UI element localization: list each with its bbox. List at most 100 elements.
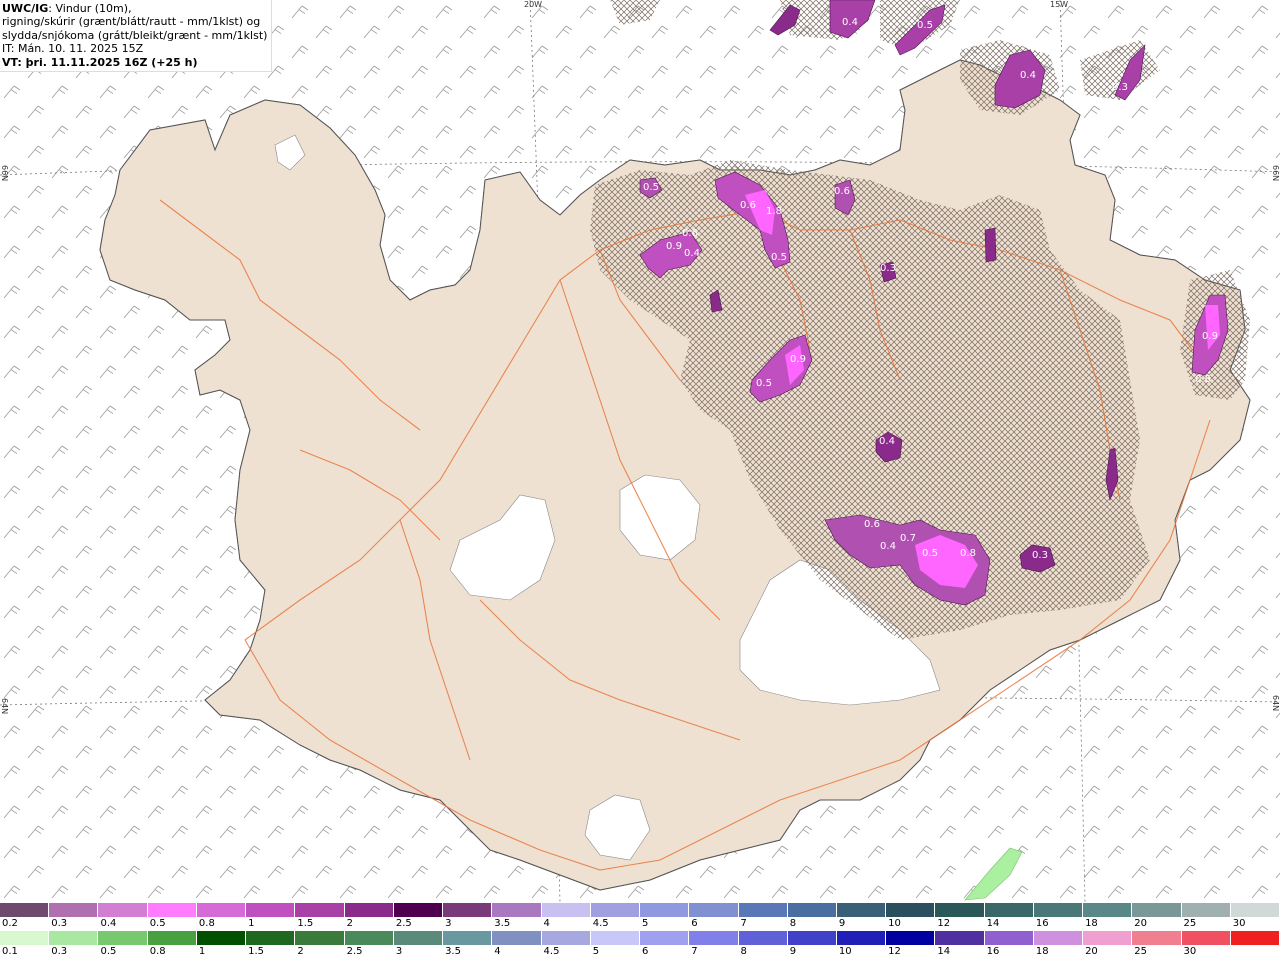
snow-scale-label: 3.5 xyxy=(494,918,511,929)
precip-value-label: 0.5 xyxy=(917,20,933,31)
rain-scale-label: 2.5 xyxy=(346,946,363,957)
precip-value-label: 0.6 xyxy=(682,228,698,239)
precip-value-label: 0.5 xyxy=(771,252,787,263)
precip-value-label: 0.5 xyxy=(922,548,938,559)
rain-scale-swatch xyxy=(344,931,394,945)
snow-scale-swatch xyxy=(147,903,197,917)
rain-scale-label: 7 xyxy=(691,946,698,957)
rain-scale-swatch xyxy=(492,931,542,945)
rain-scale-swatch xyxy=(984,931,1034,945)
snow-scale-label: 12 xyxy=(937,918,951,929)
snow-scale-swatch xyxy=(640,903,690,917)
rain-scale-label: 12 xyxy=(888,946,901,957)
precip-value-label: 0.3 xyxy=(1032,550,1048,561)
snow-scale-swatch xyxy=(541,903,591,917)
rain-scale-swatch xyxy=(590,931,641,945)
title-line2: rigning/skúrir (grænt/blátt/rautt - mm/1… xyxy=(2,15,261,29)
snow-scale-swatch xyxy=(1181,903,1231,917)
map-info-box: UWC/IG: Vindur (10m), rigning/skúrir (gr… xyxy=(0,0,273,73)
rain-scale-swatch xyxy=(738,931,788,945)
snow-scale-label: 7 xyxy=(740,918,747,929)
rain-scale-label: 16 xyxy=(986,946,1000,957)
rain-scale-swatch xyxy=(196,931,247,945)
rain-scale-swatch xyxy=(935,931,985,945)
precip-value-label: 0.4 xyxy=(684,248,700,259)
valid-time: VT: þri. 11.11.2025 16Z (+25 h) xyxy=(2,55,198,69)
rain-scale-swatch xyxy=(1083,931,1133,945)
snow-scale-label: 0.2 xyxy=(2,918,18,929)
precip-value-label: 0.6 xyxy=(834,186,850,197)
rain-scale-label: 0.1 xyxy=(2,946,18,957)
title-line3: slydda/snjókoma (grátt/bleikt/grænt - mm… xyxy=(2,28,268,42)
snow-scale-swatch xyxy=(935,903,985,917)
rain-scale-swatch xyxy=(295,931,345,945)
precip-value-label: 0.4 xyxy=(880,541,896,552)
snow-scale-label: 20 xyxy=(1134,918,1148,929)
snow-scale-label: 0.3 xyxy=(51,918,68,929)
rain-scale-label: 1.5 xyxy=(248,946,265,957)
precip-value-label: 0.6 xyxy=(864,519,880,530)
rain-scale-label: 2 xyxy=(297,946,304,957)
rain-scale-swatch xyxy=(49,931,99,945)
snow-scale-swatch xyxy=(886,903,936,917)
snow-scale-label: 4.5 xyxy=(592,918,609,929)
rain-scale-label: 30 xyxy=(1183,946,1197,957)
rain-scale-swatch xyxy=(0,931,50,945)
snow-scale-swatch xyxy=(689,903,739,917)
rain-scale-label: 4.5 xyxy=(543,946,560,957)
rain-scale-label: 0.5 xyxy=(100,946,117,957)
snow-scale-swatch xyxy=(1230,903,1280,917)
snow-scale-swatch xyxy=(98,903,148,917)
weather-map: 0.4 0.50.40.30.5 0.60.61.80.60.90.4 0.50.30… xyxy=(0,0,1280,902)
snow-scale-swatch xyxy=(492,903,542,917)
snow-scale-swatch xyxy=(738,903,788,917)
lon-label-20w: 20W xyxy=(524,0,543,9)
rain-scale-labels: 0.1 0.3 0.5 0.8 1 1.5 2 2.5 3 3.5 4 4.5 5 6 7 8 9 10 12 14 1… xyxy=(0,946,1280,960)
snow-scale-label: 9 xyxy=(838,918,846,929)
snow-scale-label: 4 xyxy=(543,918,550,929)
snow-scale-swatch xyxy=(1083,903,1133,917)
snow-scale-swatch xyxy=(1033,903,1084,917)
precip-value-label: 0.4 xyxy=(842,17,858,28)
lat-label-66n-left: 66N xyxy=(0,165,9,182)
snow-scale-label: 2 xyxy=(346,918,353,929)
title-line1: : Vindur (10m), xyxy=(48,2,132,15)
snow-scale-swatch xyxy=(393,903,444,917)
precip-value-label: 0.5 xyxy=(643,182,659,193)
rain-scale-label: 0.8 xyxy=(149,946,166,957)
snow-scale-label: 0.8 xyxy=(198,918,215,929)
snow-scale-swatch xyxy=(787,903,837,917)
rain-scale-swatch xyxy=(98,931,148,945)
snow-scale-swatch xyxy=(836,903,887,917)
snow-scale-swatch xyxy=(1132,903,1182,917)
snow-scale-label: 2.5 xyxy=(395,918,412,929)
rain-scale-label: 18 xyxy=(1035,946,1049,957)
lat-label-66n-right: 66N xyxy=(1271,165,1280,182)
rain-scale-swatch xyxy=(541,931,591,945)
snow-color-scale xyxy=(0,903,1280,917)
snow-scale-label: 25 xyxy=(1183,918,1197,929)
snow-scale-label: 6 xyxy=(691,918,698,929)
rain-scale-label: 3 xyxy=(395,946,403,957)
snow-scale-swatch xyxy=(590,903,641,917)
snow-scale-swatch xyxy=(49,903,99,917)
rain-scale-swatch xyxy=(689,931,739,945)
precip-value-label: 0.9 xyxy=(666,241,682,252)
rain-scale-swatch xyxy=(787,931,837,945)
rain-scale-label: 20 xyxy=(1085,946,1098,957)
precip-value-label: 0.4 xyxy=(1020,70,1036,81)
precip-value-label: 0.9 xyxy=(790,354,806,365)
rain-scale-label: 0.3 xyxy=(51,946,68,957)
snow-scale-label: 14 xyxy=(986,918,1000,929)
rain-scale-swatch xyxy=(443,931,493,945)
snow-scale-label: 18 xyxy=(1085,918,1098,929)
snow-scale-label: 1 xyxy=(248,918,255,929)
rain-scale-label: 10 xyxy=(838,946,852,957)
snow-scale-label: 3 xyxy=(445,918,452,929)
snow-scale-swatch xyxy=(443,903,493,917)
snow-scale-label: 8 xyxy=(789,918,797,929)
rain-scale-label: 3.5 xyxy=(445,946,461,957)
rain-scale-swatch xyxy=(246,931,296,945)
precip-value-label: 0.5 xyxy=(756,378,772,389)
rain-scale-label: 9 xyxy=(789,946,797,957)
